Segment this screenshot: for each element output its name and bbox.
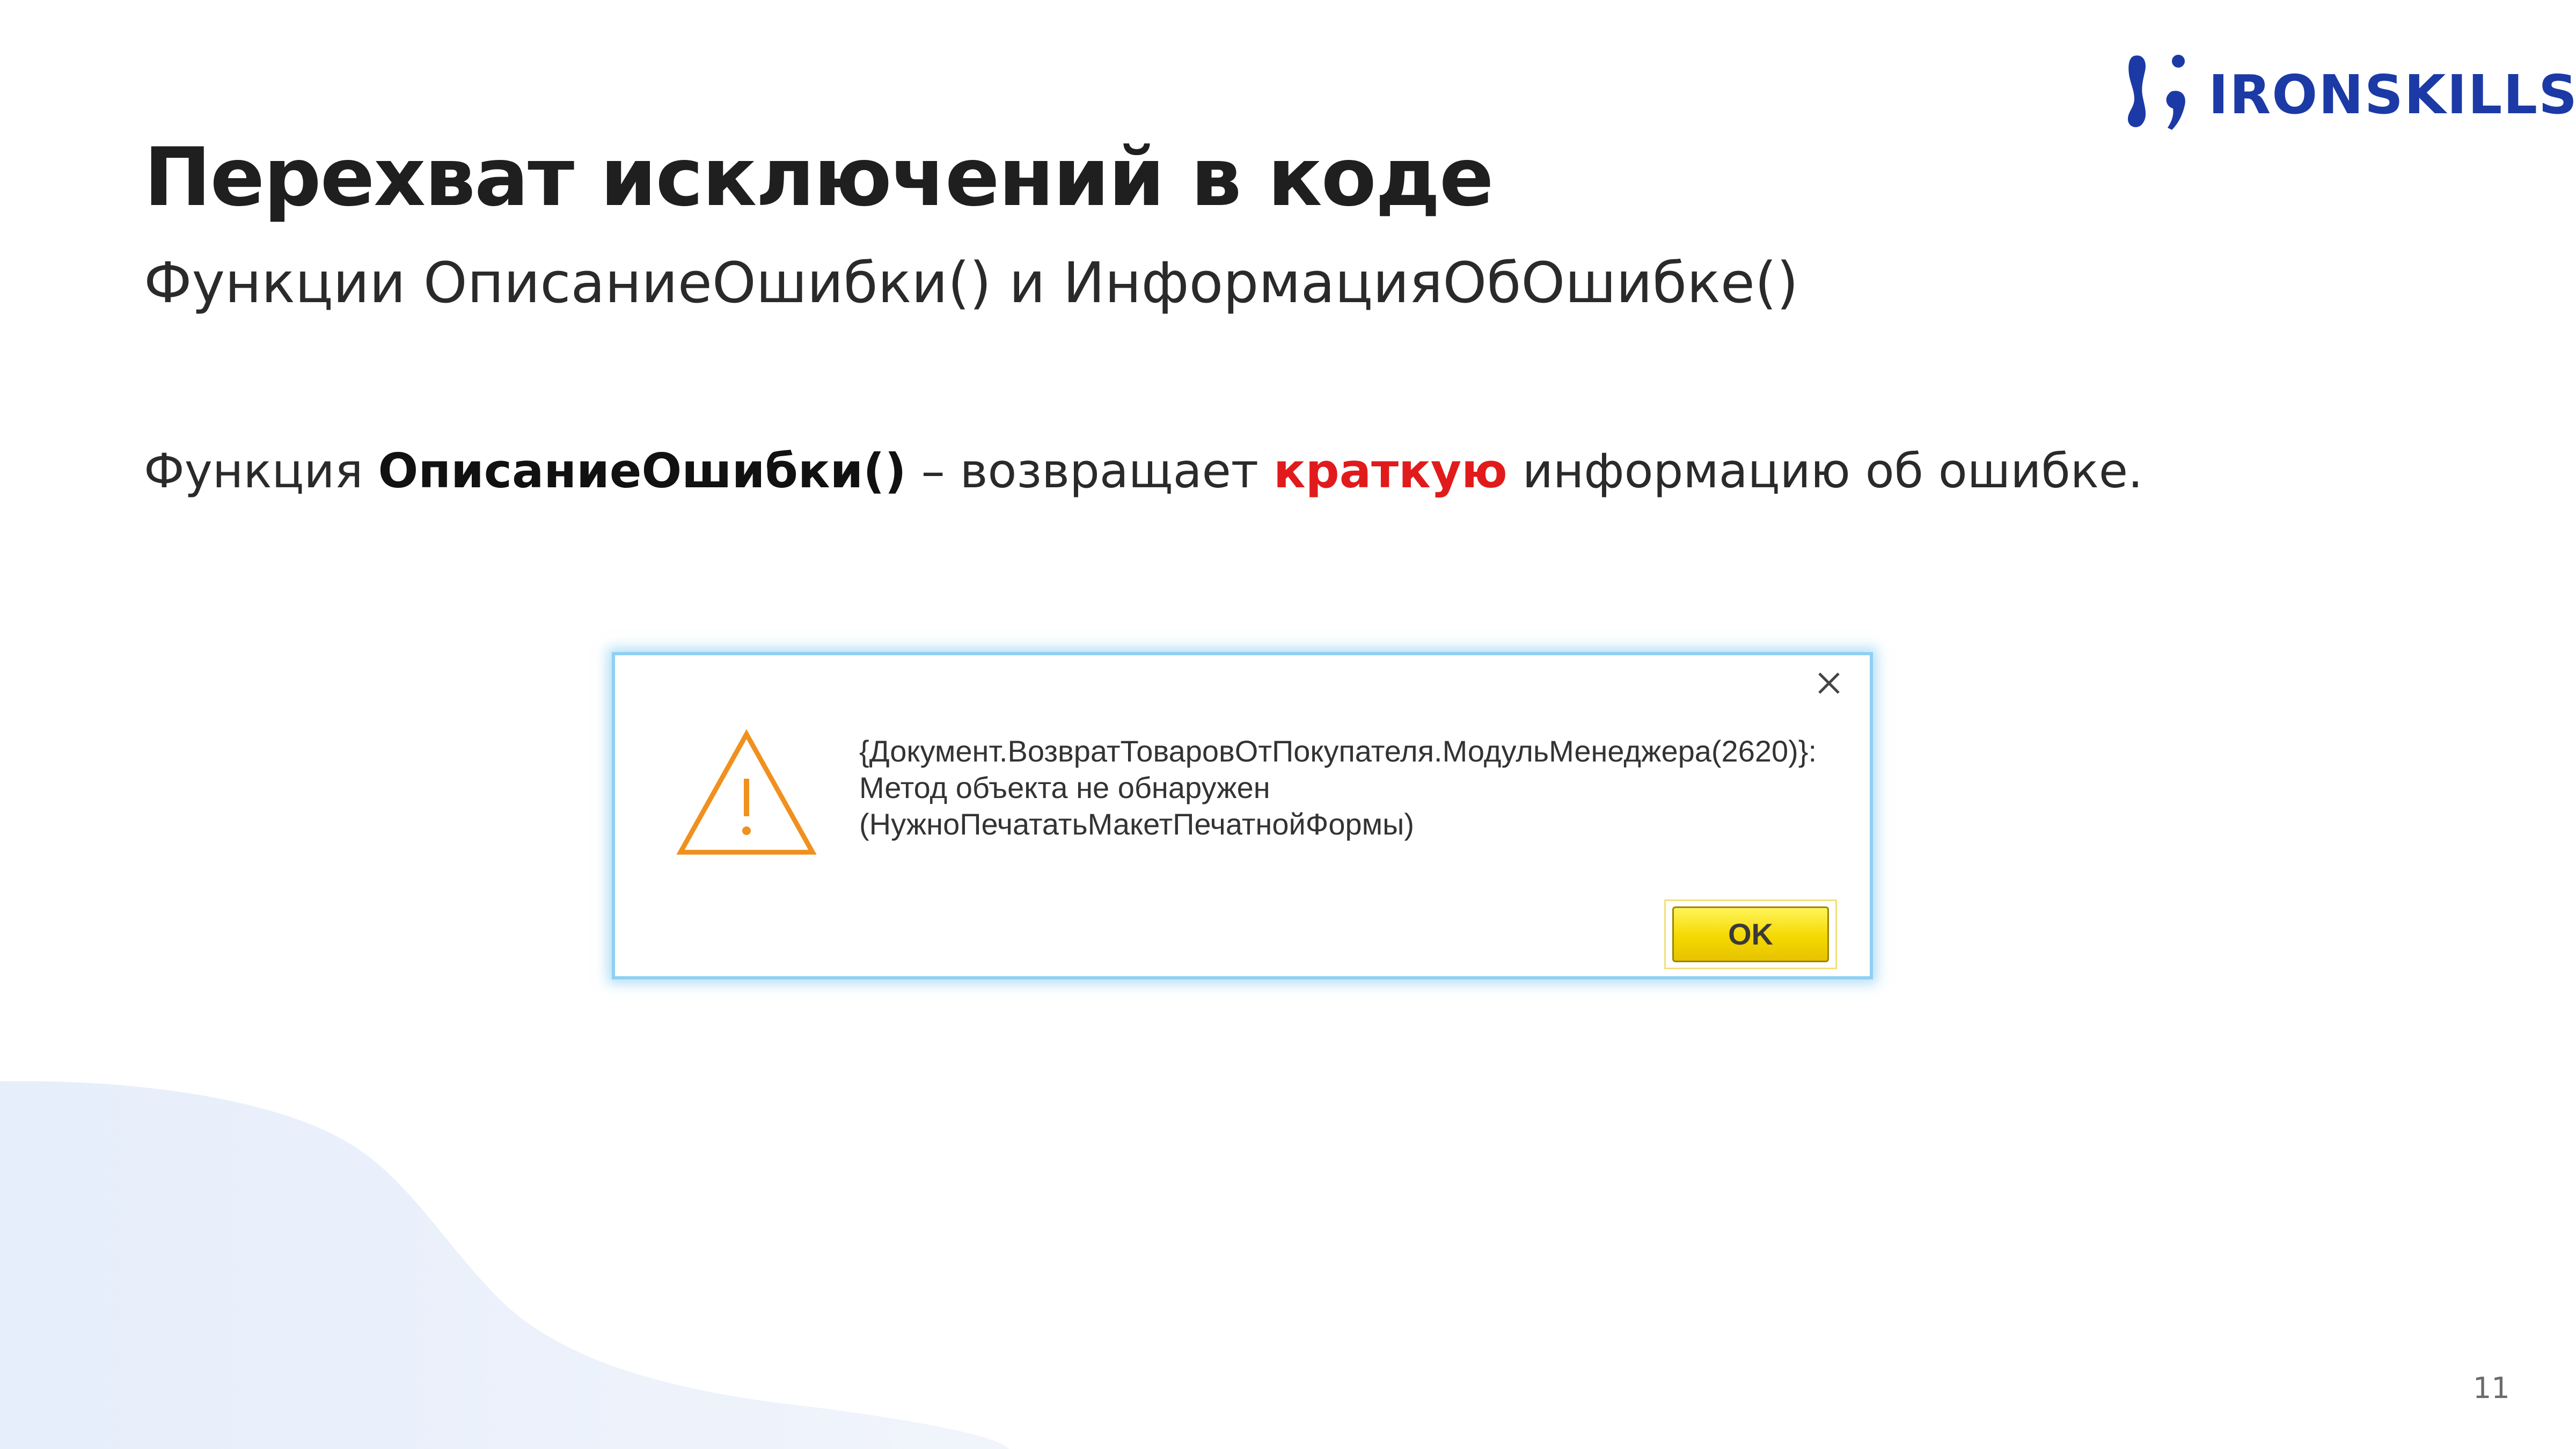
ironskills-logo-mark-icon [2128, 55, 2185, 130]
error-message-line: (НужноПечататьМакетПечатнойФормы) [859, 807, 1415, 841]
error-message-line: {Документ.ВозвратТоваровОтПокупателя.Мод… [859, 734, 1817, 768]
close-icon[interactable] [1813, 667, 1845, 699]
error-message-line: Метод объекта не обнаружен [859, 771, 1270, 804]
body-prefix: Функция [144, 443, 378, 499]
slide-subtitle: Функции ОписаниеОшибки() и ИнформацияОбО… [144, 250, 1799, 316]
ironskills-logo: IRONSKILLS [2123, 49, 2576, 141]
warning-icon [676, 729, 817, 855]
page-number: 11 [2473, 1371, 2510, 1405]
error-message: {Документ.ВозвратТоваровОтПокупателя.Мод… [859, 733, 1817, 843]
function-name: ОписаниеОшибки() [378, 443, 906, 499]
ok-button[interactable]: OK [1672, 906, 1829, 962]
error-dialog: {Документ.ВозвратТоваровОтПокупателя.Мод… [612, 652, 1873, 979]
brand-name: IRONSKILLS [2208, 63, 2576, 126]
slide-title: Перехват исключений в коде [144, 131, 1494, 224]
body-middle: – возвращает [906, 443, 1274, 499]
function-description: Функция ОписаниеОшибки() – возвращает кр… [144, 443, 2143, 500]
highlight-word: краткую [1273, 443, 1507, 499]
body-suffix: информацию об ошибке. [1507, 443, 2143, 499]
